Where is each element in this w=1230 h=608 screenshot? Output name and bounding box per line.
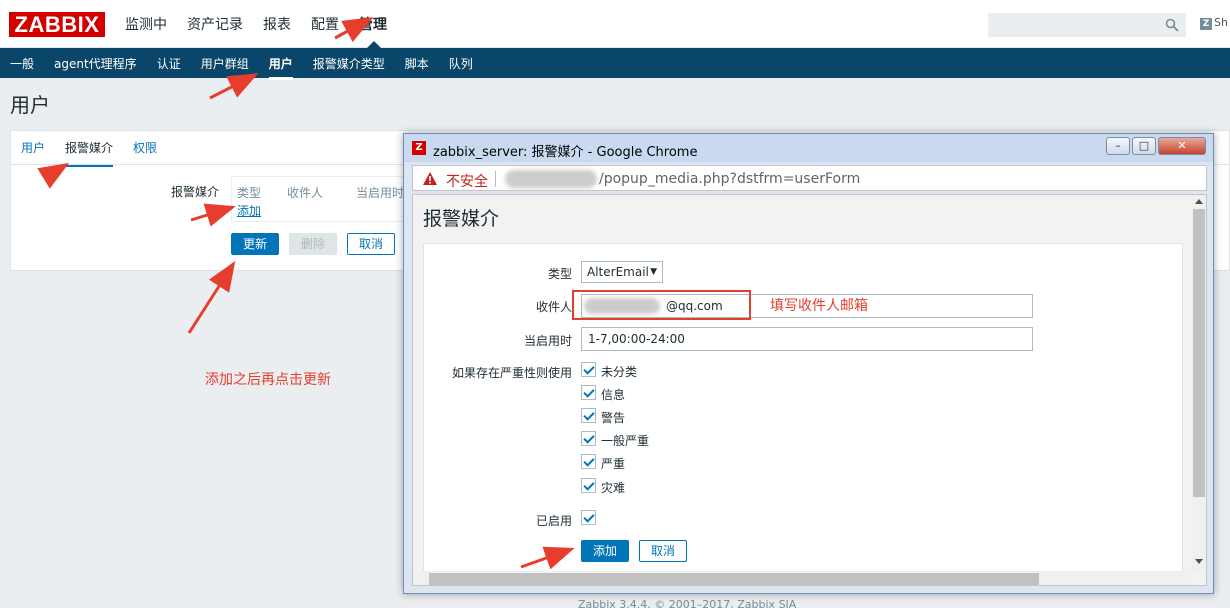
severity-high-label: 严重 <box>601 457 626 471</box>
type-select-value: AlterEmail <box>587 265 649 279</box>
tab-user[interactable]: 用户 <box>21 139 45 167</box>
severity-average-label: 一般严重 <box>601 434 650 448</box>
type-select[interactable]: AlterEmail ▼ <box>581 261 663 283</box>
media-col-type: 类型 <box>237 186 262 200</box>
media-field-label: 报警媒介 <box>171 185 220 199</box>
severity-information-label: 信息 <box>601 388 626 402</box>
horizontal-scrollbar[interactable] <box>413 571 1191 585</box>
menu-administration[interactable]: 管理 <box>359 14 387 34</box>
scroll-down-icon[interactable] <box>1195 559 1203 564</box>
update-button[interactable]: 更新 <box>231 233 279 255</box>
horizontal-scroll-thumb[interactable] <box>429 573 1039 585</box>
recipient-label: 收件人 <box>535 300 572 314</box>
media-add-link[interactable]: 添加 <box>237 202 261 219</box>
search-icon[interactable] <box>1165 18 1179 32</box>
popup-titlebar[interactable]: Z zabbix_server: 报警媒介 - Google Chrome – … <box>404 134 1213 162</box>
severity-not-classified-checkbox[interactable] <box>581 362 596 377</box>
severity-warning-label: 警告 <box>601 411 626 425</box>
menu-monitoring[interactable]: 监测中 <box>125 14 167 34</box>
share-label: Sh <box>1214 16 1228 29</box>
close-icon[interactable]: ✕ <box>1158 137 1206 155</box>
severity-disaster-label: 灾难 <box>601 481 626 495</box>
share-link[interactable]: Z Sh <box>1200 16 1228 30</box>
dropdown-arrow-icon: ▼ <box>650 267 657 277</box>
menu-reports[interactable]: 报表 <box>263 14 291 34</box>
top-bar: ZABBIX 监测中 资产记录 报表 配置 管理 Z Sh <box>0 0 1230 48</box>
menu-inventory[interactable]: 资产记录 <box>187 14 243 34</box>
vertical-scroll-thumb[interactable] <box>1193 209 1205 497</box>
severity-high-checkbox[interactable] <box>581 454 596 469</box>
enabled-checkbox[interactable] <box>581 510 596 525</box>
type-label: 类型 <box>547 267 572 281</box>
severity-warning-checkbox[interactable] <box>581 408 596 423</box>
when-active-value: 1-7,00:00-24:00 <box>588 332 685 346</box>
zabbix-favicon-icon: Z <box>412 141 426 155</box>
media-col-recipient: 收件人 <box>287 186 324 200</box>
tab-permissions[interactable]: 权限 <box>133 139 157 167</box>
arrow-to-users <box>209 73 259 100</box>
submenu-authentication[interactable]: 认证 <box>157 55 181 72</box>
popup-cancel-button[interactable]: 取消 <box>639 540 687 562</box>
severity-average-checkbox[interactable] <box>581 431 596 446</box>
annotation-add-then-update: 添加之后再点击更新 <box>205 372 331 388</box>
maximize-icon[interactable]: □ <box>1132 137 1156 155</box>
minimize-icon[interactable]: – <box>1106 137 1130 155</box>
popup-add-button[interactable]: 添加 <box>581 540 629 562</box>
submenu-scripts[interactable]: 脚本 <box>405 55 429 72</box>
user-form-tabs: 用户 报警媒介 权限 <box>21 139 177 167</box>
severity-information-checkbox[interactable] <box>581 385 596 400</box>
active-menu-caret <box>367 41 381 48</box>
popup-heading: 报警媒介 <box>423 208 500 230</box>
footer-copyright: Zabbix 3.4.4. © 2001–2017, Zabbix SIA <box>578 598 797 608</box>
popup-content: 报警媒介 类型 AlterEmail ▼ 收件人 @qq.com 填写收件人邮箱… <box>412 194 1207 586</box>
not-secure-label: 不安全 <box>446 174 488 190</box>
enabled-label: 已启用 <box>535 514 572 528</box>
main-menu: 监测中 资产记录 报表 配置 管理 <box>115 14 397 34</box>
submenu-queue[interactable]: 队列 <box>449 55 473 72</box>
media-form: 类型 AlterEmail ▼ 收件人 @qq.com 填写收件人邮箱 当启用时… <box>423 243 1183 573</box>
menu-configuration[interactable]: 配置 <box>311 14 339 34</box>
severity-label: 如果存在严重性则使用 <box>451 366 572 380</box>
scroll-up-icon[interactable] <box>1195 199 1203 204</box>
severity-disaster-checkbox[interactable] <box>581 478 596 493</box>
tab-media[interactable]: 报警媒介 <box>65 139 114 167</box>
arrow-to-update-button <box>187 260 236 334</box>
submenu-general[interactable]: 一般 <box>10 55 34 72</box>
redacted-host <box>505 170 597 188</box>
cancel-button[interactable]: 取消 <box>347 233 395 255</box>
warning-icon <box>423 172 437 185</box>
zabbix-logo[interactable]: ZABBIX <box>9 12 105 37</box>
page-url: /popup_media.php?dstfrm=userForm <box>599 171 861 187</box>
recipient-highlight-box <box>572 290 751 320</box>
annotation-fill-recipient: 填写收件人邮箱 <box>770 298 868 314</box>
address-bar[interactable]: 不安全 /popup_media.php?dstfrm=userForm <box>412 165 1207 191</box>
severity-not-classified-label: 未分类 <box>601 365 638 379</box>
when-active-input[interactable]: 1-7,00:00-24:00 <box>581 327 1033 351</box>
zabbix-share-icon: Z <box>1200 18 1212 30</box>
media-table: 类型 收件人 当启用时 添加 <box>231 176 411 222</box>
popup-window-title: zabbix_server: 报警媒介 - Google Chrome <box>433 145 698 160</box>
sub-menu-bar: 一般 agent代理程序 认证 用户群组 用户 报警媒介类型 脚本 队列 <box>0 48 1230 80</box>
vertical-scrollbar[interactable] <box>1191 195 1206 573</box>
submenu-users[interactable]: 用户 <box>268 55 293 80</box>
page-title: 用户 <box>10 93 50 117</box>
media-popup-window: Z zabbix_server: 报警媒介 - Google Chrome – … <box>403 133 1214 594</box>
submenu-media-types[interactable]: 报警媒介类型 <box>313 55 385 72</box>
submenu-user-groups[interactable]: 用户群组 <box>201 55 249 72</box>
when-active-label: 当启用时 <box>523 334 572 348</box>
delete-button[interactable]: 删除 <box>289 233 337 255</box>
submenu-proxies[interactable]: agent代理程序 <box>54 55 137 72</box>
media-col-when-active: 当启用时 <box>356 186 405 200</box>
address-separator <box>495 171 496 187</box>
search-input[interactable] <box>988 13 1186 37</box>
